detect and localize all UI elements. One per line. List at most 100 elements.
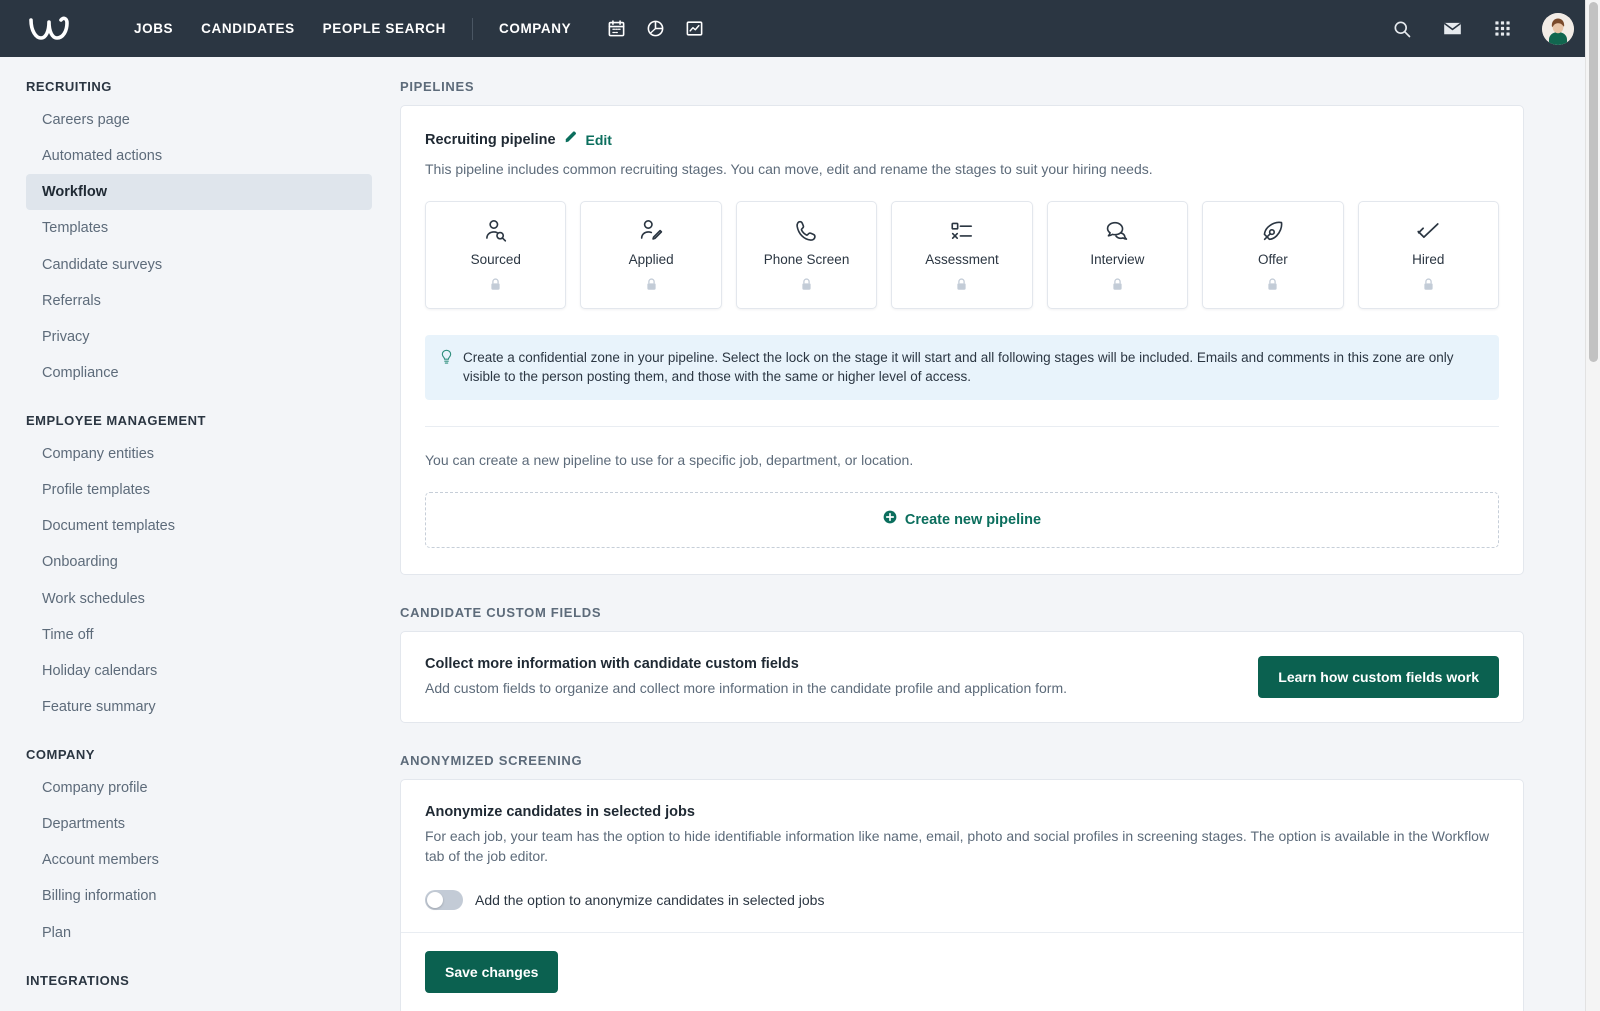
lock-icon[interactable] <box>956 278 967 296</box>
sidebar-item-holiday-calendars[interactable]: Holiday calendars <box>26 653 372 689</box>
anonymized-card: Anonymize candidates in selected jobs Fo… <box>400 779 1524 1011</box>
nav-secondary-icons <box>607 19 704 38</box>
sidebar-item-automated-actions[interactable]: Automated actions <box>26 138 372 174</box>
workable-logo[interactable] <box>22 12 78 46</box>
stage-card-hired[interactable]: Hired <box>1358 201 1499 309</box>
stage-label: Interview <box>1090 252 1144 267</box>
sidebar-group-recruiting: RECRUITING <box>26 79 372 94</box>
pipeline-title: Recruiting pipeline <box>425 132 556 148</box>
lock-icon[interactable] <box>801 278 812 296</box>
sidebar-item-feature-summary[interactable]: Feature summary <box>26 689 372 725</box>
sidebar-group-integrations: INTEGRATIONS <box>26 973 372 988</box>
confidential-zone-tip: Create a confidential zone in your pipel… <box>425 335 1499 399</box>
stage-card-interview[interactable]: Interview <box>1047 201 1188 309</box>
stage-card-assessment[interactable]: Assessment <box>891 201 1032 309</box>
checkmark-icon <box>1415 216 1441 246</box>
nav-link-people-search[interactable]: PEOPLE SEARCH <box>309 13 460 44</box>
sidebar-item-onboarding[interactable]: Onboarding <box>26 544 372 580</box>
sidebar-item-company-entities[interactable]: Company entities <box>26 436 372 472</box>
sidebar-item-company-profile[interactable]: Company profile <box>26 770 372 806</box>
sidebar-item-plan[interactable]: Plan <box>26 915 372 951</box>
sidebar-item-time-off[interactable]: Time off <box>26 617 372 653</box>
save-changes-button[interactable]: Save changes <box>425 951 558 993</box>
nav-link-jobs[interactable]: JOBS <box>120 13 187 44</box>
sidebar-item-careers-page[interactable]: Careers page <box>26 102 372 138</box>
chat-bubbles-icon <box>1104 216 1130 246</box>
sidebar-item-document-templates[interactable]: Document templates <box>26 508 372 544</box>
sidebar-item-work-schedules[interactable]: Work schedules <box>26 581 372 617</box>
settings-sidebar: RECRUITING Careers page Automated action… <box>0 57 400 1011</box>
pencil-icon[interactable] <box>564 130 578 149</box>
pipelines-section-label: PIPELINES <box>400 79 1524 94</box>
anonymized-section-label: ANONYMIZED SCREENING <box>400 753 1524 768</box>
pipeline-description: This pipeline includes common recruiting… <box>425 159 1499 179</box>
nav-link-company[interactable]: COMPANY <box>485 13 585 44</box>
sidebar-item-account-members[interactable]: Account members <box>26 842 372 878</box>
search-icon[interactable] <box>1392 19 1412 39</box>
sidebar-item-referrals[interactable]: Referrals <box>26 283 372 319</box>
user-avatar[interactable] <box>1542 13 1574 45</box>
apps-grid-icon[interactable] <box>1493 19 1512 38</box>
lock-icon[interactable] <box>490 278 501 296</box>
lock-icon[interactable] <box>1423 278 1434 296</box>
stage-label: Offer <box>1258 252 1288 267</box>
pipelines-card: Recruiting pipeline Edit This pipeline i… <box>400 105 1524 575</box>
mail-icon[interactable] <box>1442 18 1463 39</box>
sidebar-item-billing-information[interactable]: Billing information <box>26 878 372 914</box>
stage-card-offer[interactable]: Offer <box>1202 201 1343 309</box>
create-new-pipeline-button[interactable]: Create new pipeline <box>425 492 1499 548</box>
pen-nib-icon <box>1260 216 1286 246</box>
learn-custom-fields-button[interactable]: Learn how custom fields work <box>1258 656 1499 698</box>
lightbulb-icon <box>439 349 454 370</box>
custom-fields-text-block: Collect more information with candidate … <box>425 656 1067 699</box>
anonymized-screening-section: ANONYMIZED SCREENING Anonymize candidate… <box>400 753 1524 1011</box>
anonymized-body: Anonymize candidates in selected jobs Fo… <box>401 780 1523 932</box>
pipeline-stages: Sourced <box>425 201 1499 309</box>
edit-pipeline-link[interactable]: Edit <box>586 132 612 148</box>
sidebar-item-compliance[interactable]: Compliance <box>26 355 372 391</box>
person-edit-icon <box>638 216 664 246</box>
sidebar-item-workflow[interactable]: Workflow <box>26 174 372 210</box>
sidebar-item-privacy[interactable]: Privacy <box>26 319 372 355</box>
lock-icon[interactable] <box>1267 278 1278 296</box>
phone-icon <box>794 216 820 246</box>
anonymize-toggle-label: Add the option to anonymize candidates i… <box>475 892 824 908</box>
stage-card-phone-screen[interactable]: Phone Screen <box>736 201 877 309</box>
sidebar-item-candidate-surveys[interactable]: Candidate surveys <box>26 247 372 283</box>
anonymize-toggle[interactable] <box>425 890 463 910</box>
assessment-checklist-icon <box>949 216 975 246</box>
pie-chart-icon[interactable] <box>646 19 665 38</box>
calendar-icon[interactable] <box>607 19 626 38</box>
nav-divider <box>472 18 473 40</box>
stage-card-sourced[interactable]: Sourced <box>425 201 566 309</box>
custom-fields-description: Add custom fields to organize and collec… <box>425 679 1067 699</box>
nav-right-cluster <box>1392 13 1582 45</box>
pipeline-divider <box>425 426 1499 427</box>
stage-label: Applied <box>629 252 674 267</box>
sidebar-item-profile-templates[interactable]: Profile templates <box>26 472 372 508</box>
page-scrollbar-track[interactable] <box>1585 0 1600 1011</box>
custom-fields-card: Collect more information with candidate … <box>400 631 1524 724</box>
anonymized-description: For each job, your team has the option t… <box>425 827 1499 867</box>
create-new-pipeline-label: Create new pipeline <box>905 512 1041 528</box>
stage-label: Phone Screen <box>764 252 850 267</box>
candidate-custom-fields-section: CANDIDATE CUSTOM FIELDS Collect more inf… <box>400 605 1524 724</box>
custom-fields-title: Collect more information with candidate … <box>425 656 1067 672</box>
anonymize-toggle-row: Add the option to anonymize candidates i… <box>425 890 1499 910</box>
lock-icon[interactable] <box>646 278 657 296</box>
main-content: PIPELINES Recruiting pipeline Edit This … <box>400 57 1600 1011</box>
anonymized-footer: Save changes <box>401 932 1523 1011</box>
reports-icon[interactable] <box>685 19 704 38</box>
top-navigation-bar: JOBS CANDIDATES PEOPLE SEARCH COMPANY <box>0 0 1600 57</box>
stage-card-applied[interactable]: Applied <box>580 201 721 309</box>
primary-nav-links: JOBS CANDIDATES PEOPLE SEARCH COMPANY <box>120 13 585 44</box>
plus-circle-icon <box>883 510 897 529</box>
toggle-knob <box>427 892 443 908</box>
sidebar-item-departments[interactable]: Departments <box>26 806 372 842</box>
sidebar-item-templates[interactable]: Templates <box>26 210 372 246</box>
nav-link-candidates[interactable]: CANDIDATES <box>187 13 309 44</box>
page-scrollbar-thumb[interactable] <box>1589 2 1598 362</box>
sidebar-group-employee-management: EMPLOYEE MANAGEMENT <box>26 413 372 428</box>
tip-text: Create a confidential zone in your pipel… <box>463 348 1483 386</box>
lock-icon[interactable] <box>1112 278 1123 296</box>
